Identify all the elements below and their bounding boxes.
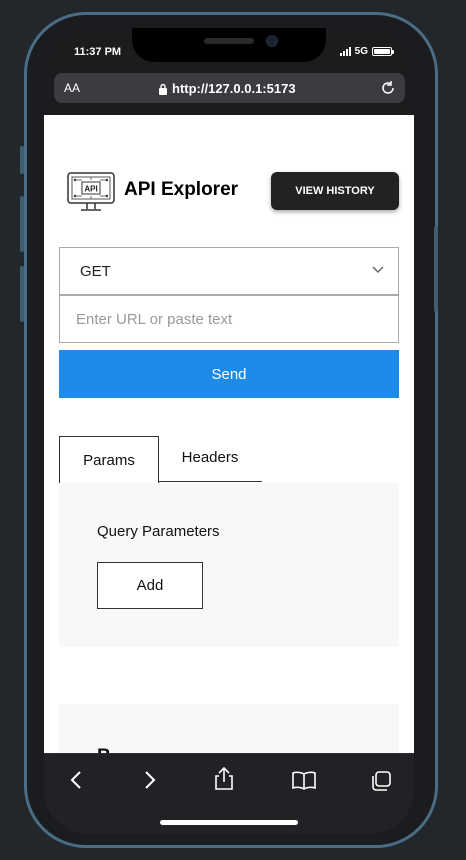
status-indicators: 5G [339,46,394,57]
browser-toolbar [44,753,414,834]
view-history-button[interactable]: VIEW HISTORY [271,172,399,210]
tab-params[interactable]: Params [59,436,159,483]
share-icon[interactable] [212,766,236,792]
silent-switch [20,146,24,174]
tabs-icon[interactable] [369,769,393,793]
notch [132,28,326,62]
reload-icon[interactable] [379,79,397,97]
url-display[interactable]: http://127.0.0.1:5173 [158,81,296,96]
tab-headers[interactable]: Headers [162,449,258,466]
signal-icon [339,47,351,56]
speaker [204,38,254,44]
tabs-divider [158,481,262,482]
url-text: http://127.0.0.1:5173 [172,81,296,96]
camera [266,35,278,47]
method-value: GET [80,263,111,280]
params-panel: Query Parameters Add [59,483,399,647]
power-button [434,226,438,312]
address-bar[interactable]: AA http://127.0.0.1:5173 [54,73,405,103]
body-panel-title: B [97,746,111,753]
network-label: 5G [354,46,368,57]
app-title: API Explorer [124,179,239,200]
back-icon[interactable] [68,769,86,791]
bookmarks-icon[interactable] [290,769,318,791]
api-logo-icon: API [63,167,119,220]
volume-down-button [20,266,24,322]
home-indicator[interactable] [160,820,298,825]
status-time: 11:37 PM [74,46,122,58]
url-input[interactable]: Enter URL or paste text [59,295,399,343]
battery-icon [372,47,394,56]
phone-screen: 11:37 PM 5G AA http://127.0.0.1:5173 API [44,28,414,834]
chevron-down-icon [372,266,384,274]
method-select[interactable]: GET [59,247,399,295]
url-input-placeholder: Enter URL or paste text [76,311,233,328]
text-size-button[interactable]: AA [64,81,80,95]
query-parameters-title: Query Parameters [97,523,220,540]
lock-icon [159,83,167,95]
forward-icon[interactable] [140,769,158,791]
add-parameter-button[interactable]: Add [97,562,203,609]
send-button[interactable]: Send [59,350,399,398]
volume-up-button [20,196,24,252]
body-panel: B [59,704,399,753]
logo-text: API [84,185,97,194]
web-content: API API Explorer VIEW HISTORY GET Enter … [44,115,414,753]
